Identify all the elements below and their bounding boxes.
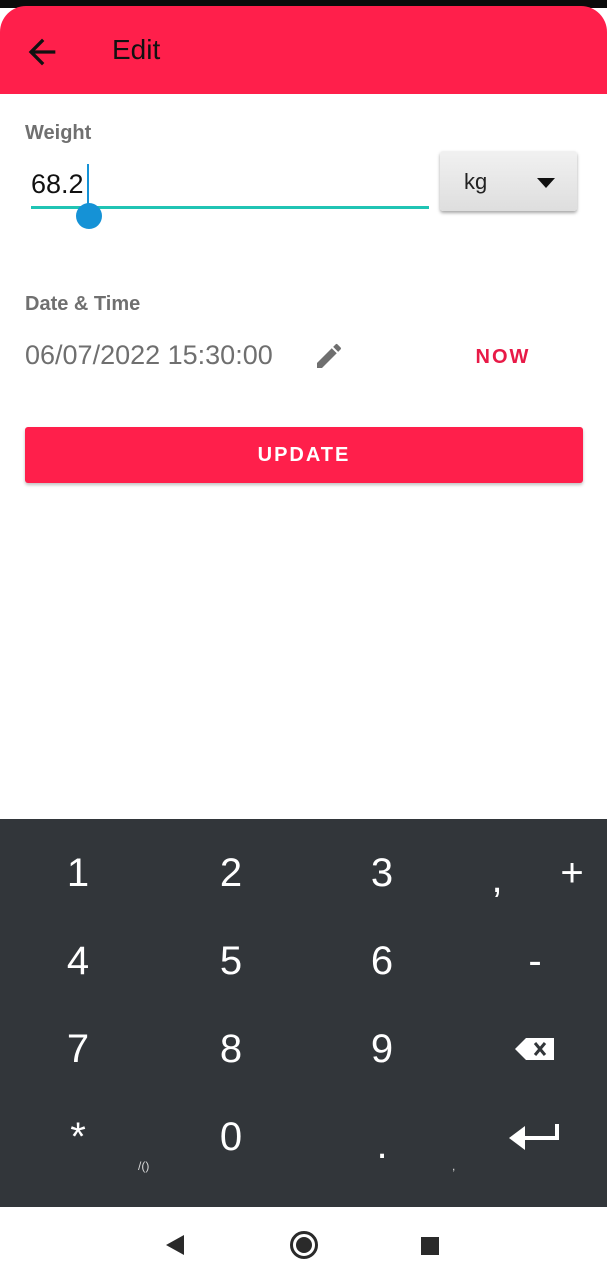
key-dot[interactable]: .	[332, 1105, 432, 1185]
dropdown-arrow-icon	[537, 178, 555, 188]
update-button[interactable]: UPDATE	[25, 427, 583, 483]
key-2[interactable]: 2	[181, 833, 281, 913]
nav-recents-button[interactable]	[420, 1236, 440, 1261]
nav-back-button[interactable]	[162, 1233, 188, 1262]
enter-key[interactable]	[485, 1097, 585, 1177]
back-button[interactable]	[22, 32, 62, 72]
date-time-value: 06/07/2022 15:30:00	[25, 340, 273, 370]
key-1[interactable]: 1	[28, 833, 128, 913]
key-7[interactable]: 7	[28, 1009, 128, 1089]
pencil-icon	[317, 343, 342, 368]
nav-home-button[interactable]	[289, 1230, 319, 1265]
weight-field[interactable]	[31, 162, 429, 229]
weight-label: Weight	[25, 122, 92, 144]
text-cursor	[87, 164, 89, 204]
backspace-icon	[515, 1038, 554, 1060]
unit-selected: kg	[464, 169, 488, 194]
nav-back-icon	[166, 1235, 184, 1255]
enter-icon	[509, 1124, 559, 1150]
key-0[interactable]: 0	[181, 1097, 281, 1177]
app-bar: Edit	[0, 6, 607, 94]
arrow-left-icon	[28, 38, 56, 66]
key-dot-sublabel: ,	[452, 1159, 456, 1173]
key-plus[interactable]: +	[522, 833, 607, 913]
key-4[interactable]: 4	[28, 921, 128, 1001]
key-star-label: *	[70, 1114, 86, 1159]
edit-date-button[interactable]	[313, 340, 345, 372]
key-star[interactable]: *	[28, 1097, 128, 1177]
key-9[interactable]: 9	[332, 1009, 432, 1089]
key-8[interactable]: 8	[181, 1009, 281, 1089]
backspace-key[interactable]	[485, 1009, 585, 1089]
date-time-label: Date & Time	[25, 293, 141, 315]
key-5[interactable]: 5	[181, 921, 281, 1001]
key-3[interactable]: 3	[332, 833, 432, 913]
key-6[interactable]: 6	[332, 921, 432, 1001]
numeric-keyboard: 1 2 3 , + 4 5 6 - 7 8 9 * /() 0 . ,	[0, 819, 607, 1207]
nav-recents-icon	[421, 1237, 439, 1255]
weight-input[interactable]	[31, 164, 429, 204]
nav-home-icon	[290, 1231, 318, 1259]
page-title: Edit	[112, 34, 161, 65]
system-nav-bar	[0, 1207, 607, 1280]
unit-dropdown[interactable]: kg	[440, 151, 577, 211]
cursor-handle[interactable]	[76, 203, 102, 229]
key-minus[interactable]: -	[485, 921, 585, 1001]
now-button[interactable]: NOW	[462, 335, 544, 379]
key-star-sublabel: /()	[138, 1159, 150, 1173]
